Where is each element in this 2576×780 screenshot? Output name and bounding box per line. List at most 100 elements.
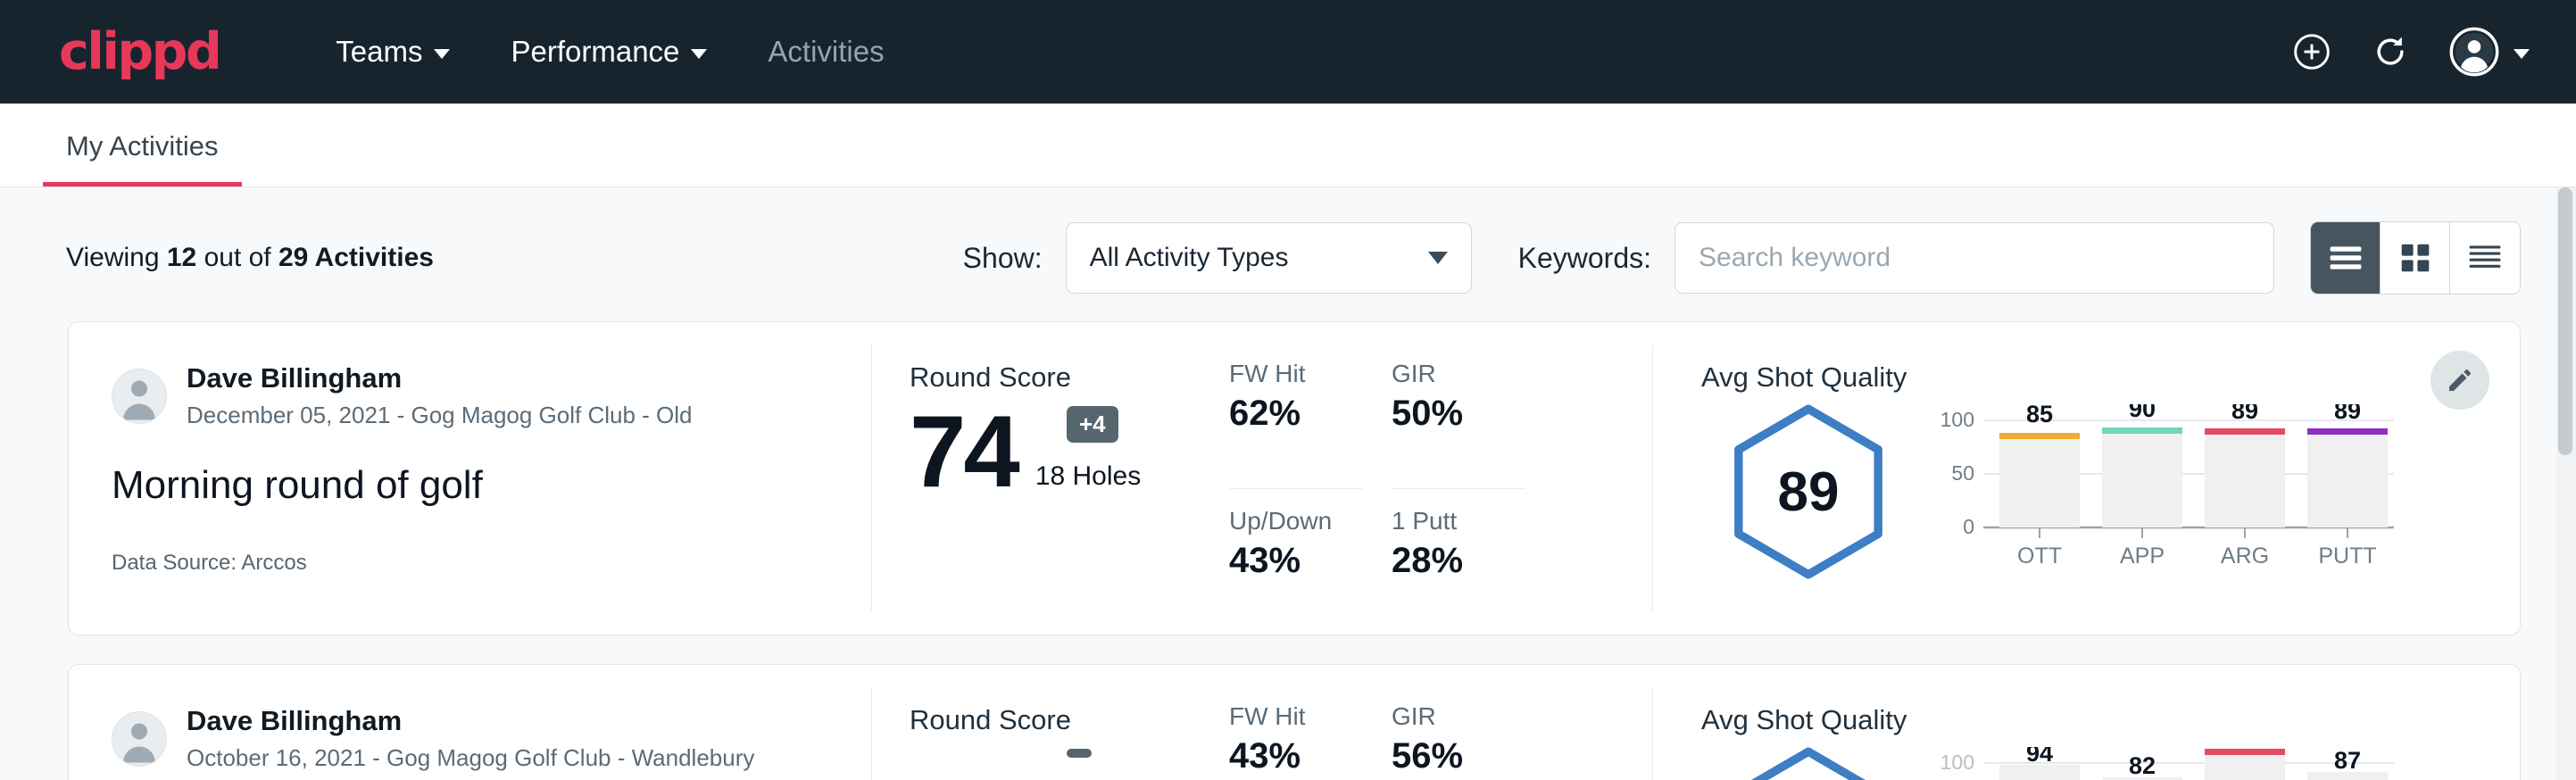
activity-card[interactable]: Dave Billingham December 05, 2021 - Gog … — [68, 321, 2521, 635]
hexagon-icon — [1727, 745, 1890, 780]
nav-item-teams[interactable]: Teams — [305, 26, 480, 78]
stats-column: FW Hit 62% GIR 50% Up/Down 43% 1 Putt 28… — [1229, 322, 1653, 635]
svg-text:OTT: OTT — [2017, 544, 2062, 568]
account-menu[interactable] — [2449, 27, 2530, 77]
avatar — [112, 711, 167, 767]
stat-value: 62% — [1229, 394, 1363, 434]
view-mode-list-button[interactable] — [2311, 222, 2381, 294]
activity-card[interactable]: Dave Billingham October 16, 2021 - Gog M… — [68, 664, 2521, 780]
avg-shot-quality-label: Avg Shot Quality — [1701, 704, 2520, 736]
viewing-middle: out of — [196, 243, 278, 272]
activity-info-column: Dave Billingham December 05, 2021 - Gog … — [69, 322, 872, 635]
activity-meta: October 16, 2021 - Gog Magog Golf Club -… — [187, 743, 754, 774]
activity-info-column: Dave Billingham October 16, 2021 - Gog M… — [69, 665, 872, 780]
shot-quality-hexagon: 89 — [1727, 402, 1890, 581]
stat-label: FW Hit — [1229, 702, 1363, 731]
shot-quality-hexagon — [1727, 745, 1890, 780]
app-logo[interactable]: clippd — [59, 22, 220, 81]
compact-view-icon — [2468, 244, 2502, 272]
chevron-down-icon — [434, 49, 450, 59]
scrollbar-thumb[interactable] — [2558, 187, 2572, 455]
nav-item-performance-label: Performance — [511, 35, 679, 69]
shot-quality-bar-chart: 100 50 0 85 — [1937, 404, 2401, 583]
stat-gir: GIR 50% — [1392, 360, 1525, 489]
viewing-count: 12 — [167, 243, 196, 272]
stat-value: 43% — [1229, 736, 1363, 776]
grid-view-icon — [2400, 243, 2431, 273]
svg-text:82: 82 — [2129, 752, 2156, 779]
stat-one-putt: 1 Putt 28% — [1392, 507, 1525, 635]
show-label: Show: — [963, 242, 1043, 275]
search-keyword-field[interactable] — [1674, 222, 2274, 294]
tab-my-activities[interactable]: My Activities — [43, 130, 242, 187]
stat-label: FW Hit — [1229, 360, 1363, 388]
keywords-label: Keywords: — [1518, 242, 1651, 275]
svg-text:PUTT: PUTT — [2318, 544, 2376, 568]
view-mode-grid-button[interactable] — [2381, 222, 2450, 294]
viewing-total: 29 Activities — [278, 243, 434, 272]
activity-type-value: All Activity Types — [1090, 243, 1289, 273]
player-header: Dave Billingham December 05, 2021 - Gog … — [112, 361, 872, 431]
y-tick-50: 50 — [1951, 461, 1974, 485]
tab-bar: My Activities — [0, 104, 2576, 187]
chevron-down-icon — [691, 49, 707, 59]
view-mode-compact-button[interactable] — [2450, 222, 2520, 294]
nav-item-performance[interactable]: Performance — [480, 26, 737, 78]
stat-value: 28% — [1392, 541, 1525, 581]
bar-app: 90 APP — [2102, 404, 2182, 568]
shot-quality-column: Avg Shot Quality 100 — [1653, 665, 2520, 780]
round-score-column: Round Score 74 +4 18 Holes — [872, 322, 1229, 635]
round-score-value-row: 74 +4 18 Holes — [910, 404, 1229, 501]
activity-type-select[interactable]: All Activity Types — [1066, 222, 1472, 294]
avg-shot-quality-label: Avg Shot Quality — [1701, 361, 2520, 394]
holes-played: 18 Holes — [1035, 461, 1141, 501]
viewing-prefix: Viewing — [66, 243, 167, 272]
chevron-down-icon — [2514, 49, 2530, 59]
view-mode-toggle-group — [2310, 221, 2521, 295]
nav-actions — [2292, 27, 2530, 77]
refresh-icon[interactable] — [2371, 32, 2410, 71]
nav-item-activities[interactable]: Activities — [737, 26, 914, 78]
pencil-icon — [2446, 366, 2474, 394]
tab-my-activities-label: My Activities — [66, 130, 219, 162]
filter-controls: Show: All Activity Types Keywords: — [963, 221, 2521, 295]
stat-label: Up/Down — [1229, 507, 1363, 535]
list-view-icon — [2329, 245, 2363, 271]
activity-data-source: Data Source: Arccos — [112, 551, 872, 576]
shot-quality-chart: 100 50 0 85 — [1937, 397, 2401, 587]
svg-text:100: 100 — [1940, 751, 1974, 774]
edit-activity-button[interactable] — [2431, 351, 2489, 410]
avg-shot-quality-value: 89 — [1727, 402, 1890, 581]
stats-column: FW Hit 43% GIR 56% — [1229, 665, 1653, 780]
shot-quality-body: 100 94 82 — [1701, 740, 2520, 780]
stat-up-down: Up/Down 43% — [1229, 507, 1363, 635]
shot-quality-hex-wrap — [1701, 740, 1915, 780]
round-score-label: Round Score — [910, 361, 1229, 394]
score-to-par-badge — [1067, 749, 1092, 758]
y-tick-100: 100 — [1940, 408, 1974, 431]
round-score-column: Round Score — [872, 665, 1229, 780]
bar-putt: 89 PUTT — [2307, 404, 2388, 568]
bar-app: 82 — [2102, 752, 2182, 780]
add-circle-icon[interactable] — [2292, 32, 2331, 71]
svg-text:94: 94 — [2026, 747, 2053, 767]
svg-text:89: 89 — [2231, 404, 2258, 424]
stat-label: GIR — [1392, 702, 1525, 731]
shot-quality-bar-chart: 100 94 82 — [1937, 747, 2401, 780]
player-header: Dave Billingham October 16, 2021 - Gog M… — [112, 704, 872, 774]
player-name: Dave Billingham — [187, 704, 754, 739]
shot-quality-column: Avg Shot Quality 89 100 — [1653, 322, 2520, 635]
account-avatar-icon — [2449, 27, 2499, 77]
svg-text:89: 89 — [2334, 404, 2361, 424]
chevron-down-icon — [1428, 252, 1448, 264]
player-name: Dave Billingham — [187, 361, 693, 396]
round-score-label: Round Score — [910, 704, 1229, 736]
y-tick-0: 0 — [1963, 515, 1974, 538]
search-input[interactable] — [1699, 243, 2250, 273]
avatar — [112, 369, 167, 424]
page-scrollbar[interactable] — [2556, 187, 2576, 780]
stat-label: GIR — [1392, 360, 1525, 388]
activity-meta: December 05, 2021 - Gog Magog Golf Club … — [187, 400, 693, 431]
filter-toolbar: Viewing 12 out of 29 Activities Show: Al… — [0, 187, 2576, 321]
top-navigation-bar: clippd Teams Performance Activities — [0, 0, 2576, 104]
